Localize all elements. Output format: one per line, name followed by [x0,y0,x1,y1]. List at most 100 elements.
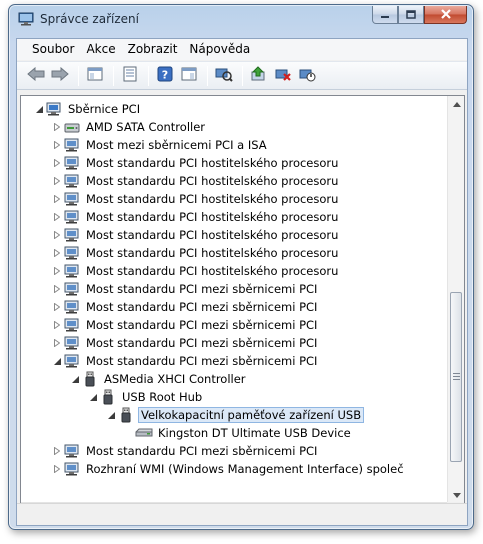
expand-arrow-icon[interactable] [51,190,63,208]
arrow-up-icon [452,100,461,109]
expand-arrow-icon[interactable] [51,136,63,154]
tree-item-label: Rozhraní WMI (Windows Management Interfa… [86,462,404,476]
title-bar[interactable]: Správce zařízení [9,5,473,33]
menu-view[interactable]: Zobrazit [122,39,184,60]
thumb-grip [453,373,460,380]
tree-item[interactable]: Most standardu PCI hostitelského proceso… [51,262,340,280]
pci-bus-icon [45,101,63,117]
menu-help[interactable]: Nápověda [183,39,256,60]
maximize-button[interactable] [398,6,424,24]
tree-item[interactable]: Most mezi sběrnicemi PCI a ISA [51,136,269,154]
collapse-arrow-icon[interactable] [51,352,63,370]
tree-item[interactable]: Most standardu PCI hostitelského proceso… [51,226,340,244]
tree-item[interactable]: Most standardu PCI hostitelského proceso… [51,190,340,208]
properties-button[interactable] [119,65,141,87]
pci-device-icon [63,137,81,153]
tree-item[interactable]: Most standardu PCI mezi sběrnicemi PCI [51,334,319,352]
show-hide-tree-icon [87,67,103,84]
tree-item[interactable]: Most standardu PCI mezi sběrnicemi PCI [51,280,319,298]
tree-item-label: Velkokapacitní paměťové zařízení USB [138,407,365,423]
help-button[interactable]: ? [154,65,176,87]
uninstall-button[interactable] [272,65,294,87]
tree-item-label: Most standardu PCI hostitelského proceso… [86,264,339,278]
tree-item-label: Most standardu PCI mezi sběrnicemi PCI [86,300,318,314]
expand-arrow-icon[interactable] [51,280,63,298]
tree-item[interactable]: Velkokapacitní paměťové zařízení USB [105,406,365,424]
minimize-icon [380,8,390,22]
tree-item-label: Kingston DT Ultimate USB Device [158,426,351,440]
expand-arrow-icon[interactable] [51,334,63,352]
tree-item[interactable]: Sběrnice PCI [33,100,142,118]
expand-arrow-icon[interactable] [51,262,63,280]
tree-item-label: Most standardu PCI mezi sběrnicemi PCI [86,336,318,350]
expand-arrow-icon[interactable] [51,172,63,190]
expand-arrow-icon[interactable] [51,460,63,478]
menu-action[interactable]: Akce [80,39,121,60]
expand-arrow-icon[interactable] [51,316,63,334]
tree-item[interactable]: Most standardu PCI mezi sběrnicemi PCI [51,352,319,370]
expand-arrow-icon[interactable] [51,118,63,136]
tree-item[interactable]: USB Root Hub [87,388,204,406]
toolbar-separator [207,65,208,86]
expand-arrow-icon[interactable] [51,298,63,316]
forward-icon [51,66,69,84]
tree-item[interactable]: Most standardu PCI hostitelského proceso… [51,244,340,262]
expand-arrow-icon[interactable] [51,442,63,460]
vertical-scroll-thumb[interactable] [450,292,462,462]
toolbar: ? [17,61,467,90]
tree-item-label: ASMedia XHCI Controller [104,372,246,386]
tree-item-label: Most standardu PCI hostitelského proceso… [86,192,339,206]
pci-device-icon [63,227,81,243]
close-button[interactable] [424,6,467,24]
tree-item[interactable]: Most standardu PCI mezi sběrnicemi PCI [51,442,319,460]
show-hide-tree-button[interactable] [84,65,106,87]
tree-item[interactable]: Most standardu PCI hostitelského proceso… [51,154,340,172]
forward-button[interactable] [49,65,71,87]
update-driver-button[interactable] [248,65,270,87]
tree-item-label: USB Root Hub [122,390,203,404]
tree-item[interactable]: Most standardu PCI hostitelského proceso… [51,172,340,190]
disable-device-button[interactable] [296,65,318,87]
tree-item-label: AMD SATA Controller [86,120,206,134]
tree-item[interactable]: Most standardu PCI mezi sběrnicemi PCI [51,298,319,316]
update-driver-icon [250,66,268,85]
properties-icon [122,66,138,85]
vertical-scrollbar[interactable] [447,96,464,504]
pci-device-icon [63,263,81,279]
action-pane-button[interactable] [178,65,200,87]
expand-arrow-icon[interactable] [51,208,63,226]
collapse-arrow-icon[interactable] [87,388,99,406]
storage-controller-icon [63,119,81,135]
tree-item-label: Sběrnice PCI [68,102,141,116]
tree-item[interactable]: Kingston DT Ultimate USB Device [123,424,353,442]
minimize-button[interactable] [372,6,398,24]
scroll-up-button[interactable] [448,96,464,113]
tree-item[interactable]: Most standardu PCI mezi sběrnicemi PCI [51,316,319,334]
back-icon [27,66,45,84]
tree-item[interactable]: Rozhraní WMI (Windows Management Interfa… [51,460,406,478]
tree-item-label: Most standardu PCI hostitelského proceso… [86,228,339,242]
device-tree-content: Sběrnice PCI AMD SATA Controller Most mezi… [21,96,449,504]
collapse-arrow-icon[interactable] [33,100,45,118]
tree-item-label: Most standardu PCI hostitelského proceso… [86,246,339,260]
expand-arrow-icon[interactable] [51,154,63,172]
tree-item[interactable]: Most standardu PCI hostitelského proceso… [51,208,340,226]
expand-arrow-icon[interactable] [51,226,63,244]
pci-device-icon [63,443,81,459]
menu-file[interactable]: Soubor [26,39,80,60]
uninstall-icon [274,66,292,85]
scan-hardware-button[interactable] [213,65,235,87]
pci-device-icon [63,353,81,369]
window-title: Správce zařízení [40,12,139,26]
device-tree[interactable]: Sběrnice PCI AMD SATA Controller Most mezi… [20,95,465,520]
usb-device-icon [81,371,99,387]
expand-arrow-icon[interactable] [51,244,63,262]
tree-item[interactable]: AMD SATA Controller [51,118,207,136]
close-icon [440,8,452,22]
back-button[interactable] [25,65,47,87]
collapse-arrow-icon[interactable] [105,406,117,424]
collapse-arrow-icon[interactable] [69,370,81,388]
tree-item[interactable]: ASMedia XHCI Controller [69,370,248,388]
status-bar [17,503,467,525]
